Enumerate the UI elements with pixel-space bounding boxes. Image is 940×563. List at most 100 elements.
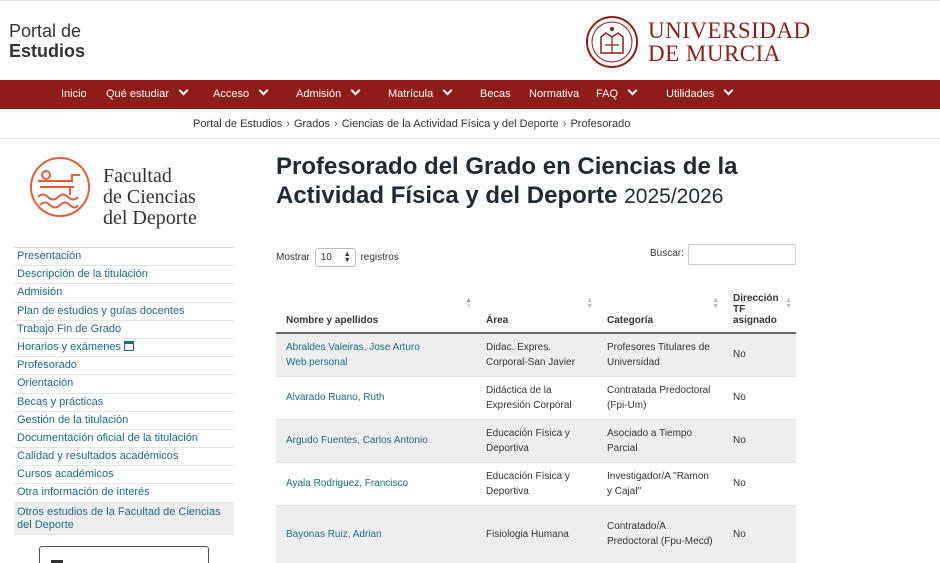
- page-length-control: Mostrar 10 ▲ ▼ registros: [276, 248, 399, 267]
- column-header-name[interactable]: Nombre y apellidos ▲ ▼: [276, 278, 476, 334]
- column-header-label: Nombre y apellidos: [286, 315, 379, 326]
- personal-web-link[interactable]: Web personal: [286, 357, 348, 368]
- search-label: Buscar:: [650, 248, 684, 259]
- faculty-table: Nombre y apellidos ▲ ▼ Área ▲ ▼ Categoría ▲ ▼ …: [276, 278, 796, 563]
- nav-item-utilidades[interactable]: Utilidades: [666, 80, 734, 109]
- cell-name: Abraldes Valeiras, Jose Arturo Web person…: [276, 333, 476, 377]
- page-title: Profesorado del Grado en Ciencias de la …: [276, 152, 766, 211]
- sidebar-item-horarios[interactable]: Horarios y exámenes: [14, 339, 234, 358]
- nav-item-normativa[interactable]: Normativa: [529, 80, 579, 109]
- column-header-area[interactable]: Área ▲ ▼: [476, 278, 597, 334]
- cell-tf: No: [723, 376, 796, 420]
- faculty-logo-icon[interactable]: [26, 155, 96, 219]
- table-row: Argudo Fuentes, Carlos Antonio Educación…: [276, 419, 796, 463]
- sidebar-item-label: Horarios y exámenes: [17, 340, 121, 353]
- professor-link[interactable]: Bayonas Ruiz, Adrian: [286, 529, 382, 540]
- cell-tf: No: [723, 333, 796, 377]
- sidebar-item-orientacion[interactable]: Orientación: [14, 375, 234, 394]
- portal-logo[interactable]: Portal de Estudios: [9, 21, 85, 61]
- sort-updown-icon: ▲ ▼: [343, 251, 351, 264]
- sidebar-button[interactable]: [39, 546, 209, 563]
- sidebar-item-becas[interactable]: Becas y prácticas: [14, 394, 234, 412]
- chevron-down-icon: [723, 85, 734, 96]
- sidebar-item-tfg[interactable]: Trabajo Fin de Grado: [14, 321, 234, 339]
- table-row: Bayonas Ruiz, Adrian Fisiologia Humana C…: [276, 505, 796, 563]
- nav-label: Normativa: [529, 88, 580, 100]
- sidebar-item-cursos[interactable]: Cursos académicos: [14, 466, 234, 485]
- page-length-value: 10: [320, 252, 332, 263]
- sidebar-item-gestion[interactable]: Gestión de la titulación: [14, 412, 234, 430]
- table-row: Abraldes Valeiras, Jose Arturo Web person…: [276, 333, 796, 377]
- cell-name: Argudo Fuentes, Carlos Antonio: [276, 419, 476, 463]
- column-header-label: Área: [486, 315, 509, 326]
- cell-tf: No: [723, 419, 796, 463]
- cell-tf: No: [723, 462, 796, 506]
- portal-title-line2: Estudios: [9, 41, 86, 61]
- sidebar-item-descripcion[interactable]: Descripción de la titulación: [14, 266, 234, 285]
- cell-area: Didac. Expres. Corporal-San Javier: [476, 333, 597, 377]
- professor-link[interactable]: Abraldes Valeiras, Jose Arturo: [286, 342, 420, 353]
- nav-item-que-estudiar[interactable]: Qué estudiar: [106, 80, 189, 109]
- breadcrumb-link[interactable]: Ciencias de la Actividad Física y del De…: [342, 118, 559, 130]
- chevron-right-icon: ›: [334, 118, 338, 130]
- university-name[interactable]: UNIVERSIDAD DE MURCIA: [648, 19, 811, 65]
- sort-icon: ▲ ▼: [712, 297, 719, 310]
- nav-label: Utilidades: [666, 88, 715, 100]
- table-header-row: Nombre y apellidos ▲ ▼ Área ▲ ▼ Categoría ▲ ▼ …: [276, 278, 796, 334]
- divider: [0, 138, 940, 139]
- column-header-category[interactable]: Categoría ▲ ▼: [597, 278, 723, 334]
- sidebar-item-presentacion[interactable]: Presentación: [14, 248, 234, 267]
- nav-label: Matrícula: [388, 88, 434, 100]
- column-header-tf[interactable]: Dirección TF asignado ▲ ▼: [723, 278, 796, 334]
- records-label: registros: [360, 252, 399, 264]
- professor-link[interactable]: Ayala Rodriguez, Francisco: [286, 478, 408, 489]
- page-length-select[interactable]: 10 ▲ ▼: [314, 248, 356, 267]
- cell-area: Didáctica de la Expresión Corporal: [476, 376, 597, 420]
- sidebar-item-calidad[interactable]: Calidad y resultados académicos: [14, 448, 234, 467]
- sidebar-item-documentacion[interactable]: Documentación oficial de la titulación: [14, 430, 234, 449]
- chevron-down-icon: [627, 85, 638, 96]
- chevron-down-icon: [350, 85, 361, 96]
- nav-item-becas[interactable]: Becas: [480, 80, 511, 109]
- nav-item-matricula[interactable]: Matrícula: [388, 80, 453, 109]
- sidebar-item-otros-estudios[interactable]: Otros estudios de la Facultad de Ciencia…: [14, 502, 234, 535]
- nav-item-inicio[interactable]: Inicio: [61, 80, 87, 109]
- sidebar-item-otra-info[interactable]: Otra información de interés: [14, 484, 234, 503]
- university-name-line2: DE MURCIA: [648, 41, 781, 66]
- nav-label: Acceso: [213, 88, 250, 100]
- faculty-name-line1: Facultad: [103, 165, 172, 187]
- nav-item-admision[interactable]: Admisión: [296, 80, 361, 109]
- faculty-name[interactable]: Facultad de Ciencias del Deporte: [103, 166, 197, 229]
- sort-icon: ▲ ▼: [586, 297, 593, 310]
- professor-link[interactable]: Argudo Fuentes, Carlos Antonio: [286, 435, 428, 446]
- university-seal-icon[interactable]: [585, 15, 639, 69]
- search-input[interactable]: [688, 244, 796, 265]
- cell-name: Ayala Rodriguez, Francisco: [276, 462, 476, 506]
- main-nav: Inicio Qué estudiar Acceso Admisión Matr…: [0, 80, 940, 109]
- sort-icon: ▲ ▼: [785, 297, 792, 310]
- cell-area: Educación Física y Deportiva: [476, 462, 597, 506]
- table-row: Alvarado Ruano, Ruth Didáctica de la Exp…: [276, 376, 796, 420]
- university-name-line1: UNIVERSIDAD: [648, 18, 811, 43]
- cell-category: Investigador/A "Ramon y Cajal": [597, 462, 723, 506]
- chevron-right-icon: ›: [286, 118, 290, 130]
- sidebar-item-admision[interactable]: Admisión: [14, 284, 234, 303]
- nav-label: Qué estudiar: [106, 88, 169, 100]
- faculty-name-line3: del Deporte: [103, 207, 197, 229]
- cell-category: Contratado/A Predoctoral (Fpu-Mecd): [597, 505, 723, 563]
- sidebar-item-plan-estudios[interactable]: Plan de estudios y guías docentes: [14, 303, 234, 321]
- show-label: Mostrar: [276, 252, 310, 264]
- professor-link[interactable]: Alvarado Ruano, Ruth: [286, 392, 384, 403]
- academic-year: 2025/2026: [624, 185, 724, 208]
- breadcrumb-link[interactable]: Portal de Estudios: [193, 118, 282, 130]
- chevron-down-icon: [258, 85, 269, 96]
- cell-area: Fisiologia Humana: [476, 505, 597, 563]
- sort-asc-icon: ▲ ▼: [465, 297, 472, 310]
- nav-item-faq[interactable]: FAQ: [596, 80, 638, 109]
- cell-category: Contratada Predoctoral (Fpi-Um): [597, 376, 723, 420]
- nav-item-acceso[interactable]: Acceso: [213, 80, 269, 109]
- chevron-right-icon: ›: [562, 118, 567, 130]
- cell-category: Asociado a Tiempo Parcial: [597, 419, 723, 463]
- breadcrumb-link[interactable]: Grados: [294, 118, 330, 130]
- sidebar-item-profesorado[interactable]: Profesorado: [14, 357, 234, 376]
